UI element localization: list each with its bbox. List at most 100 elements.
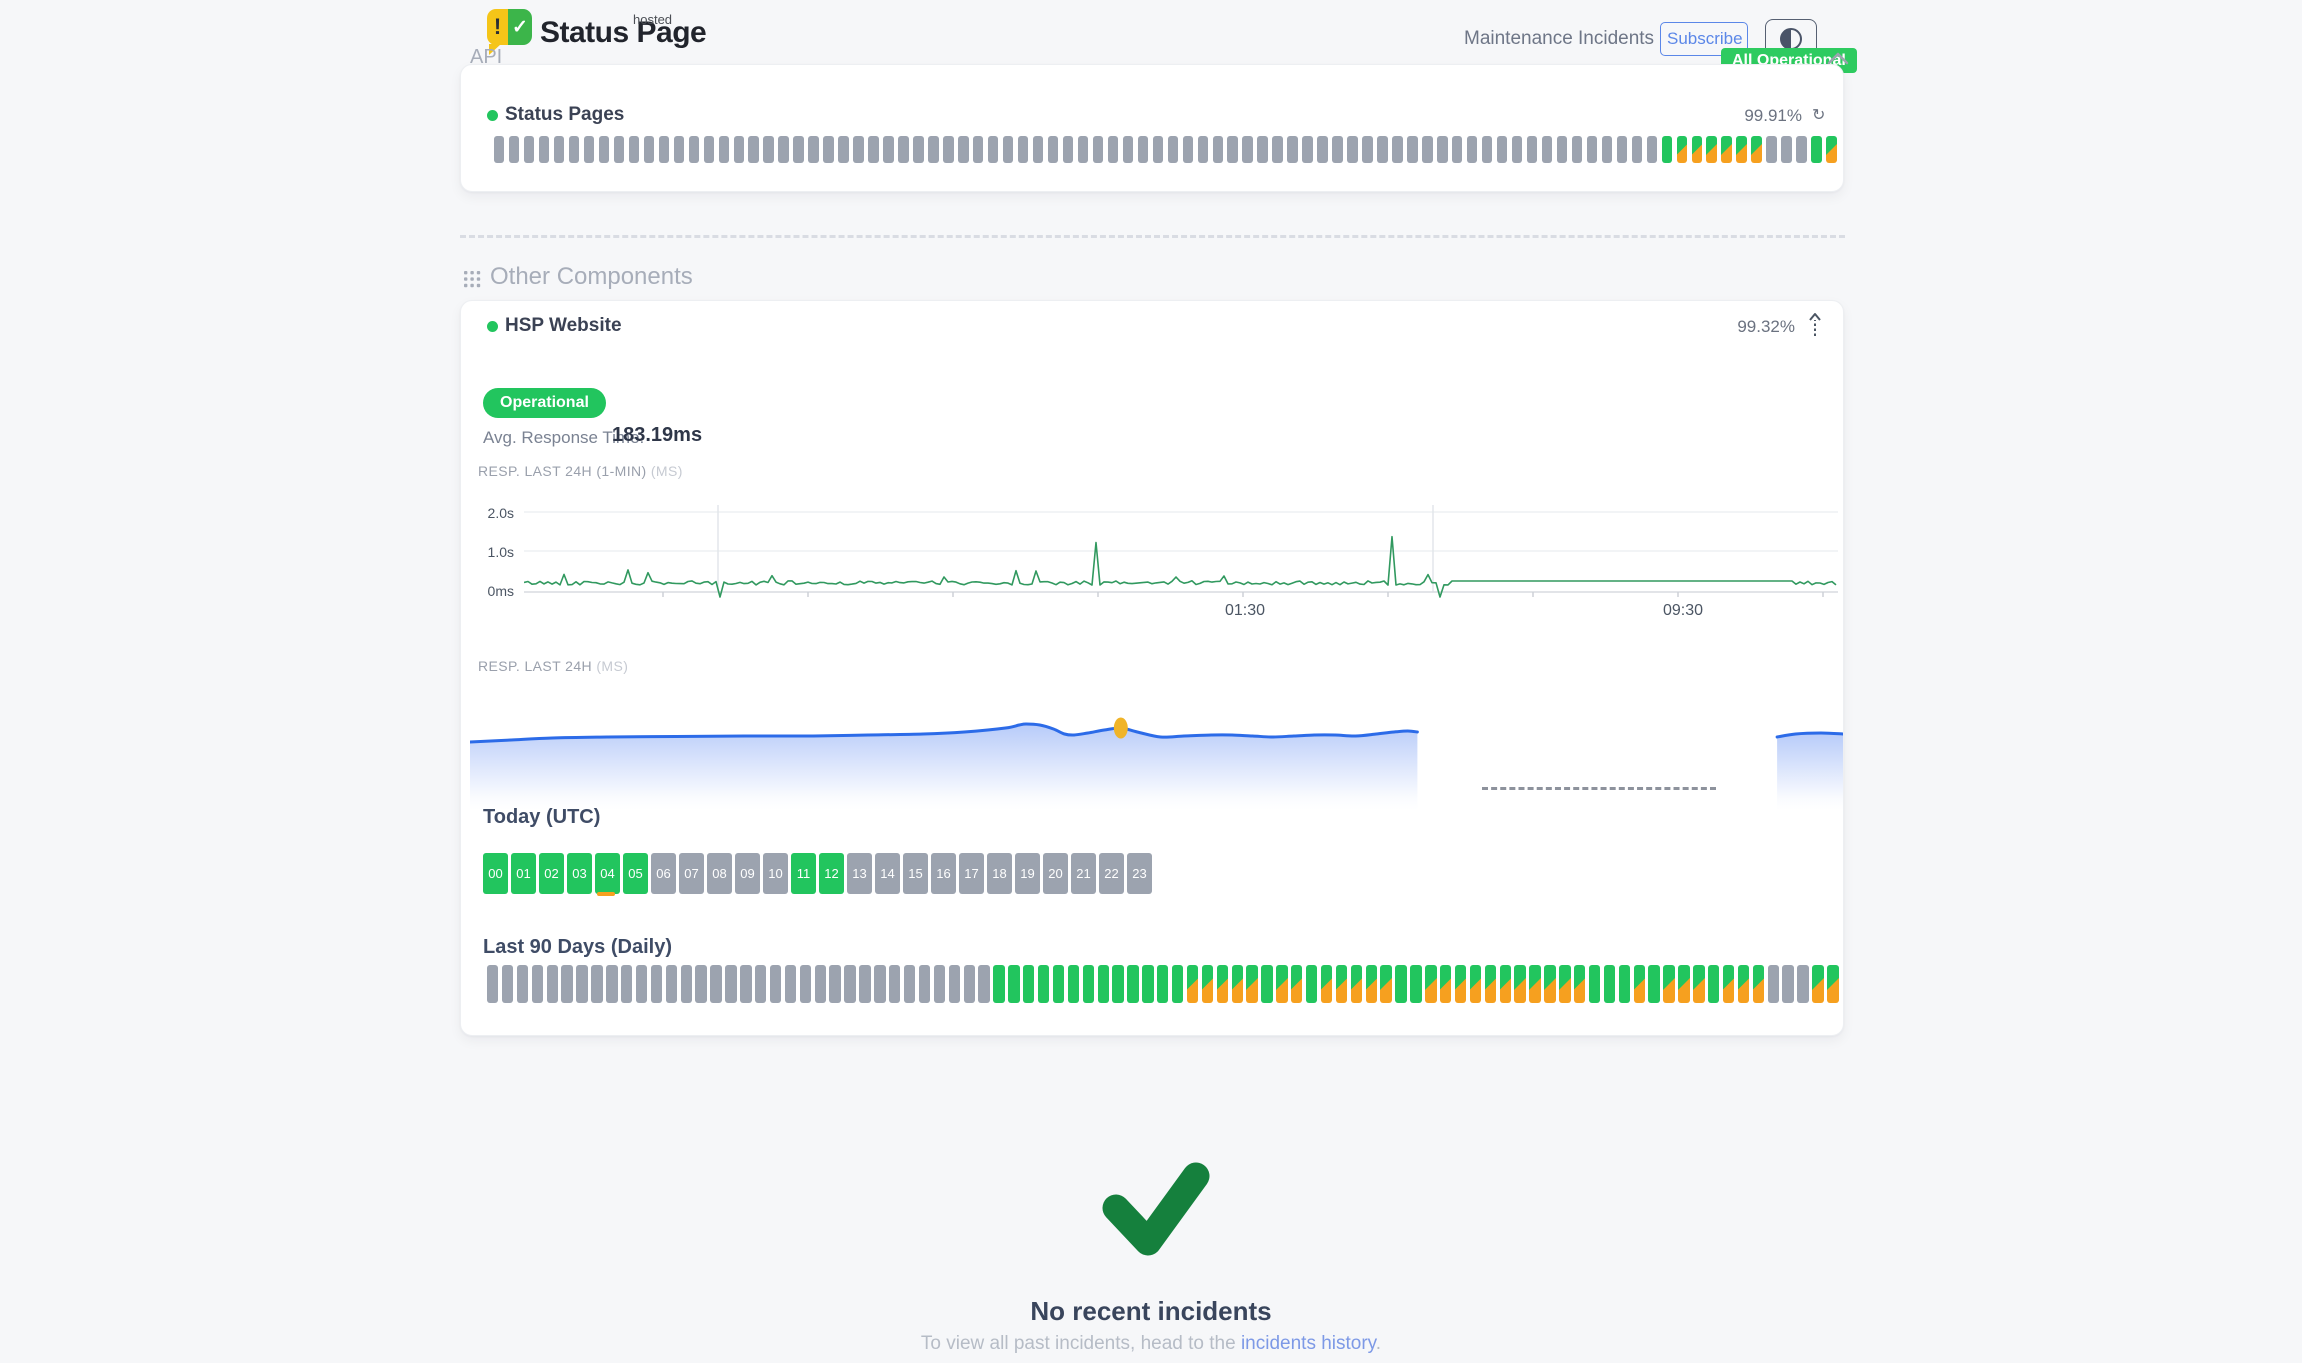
uptime-bar-up[interactable] <box>1068 965 1079 1003</box>
uptime-bar-empty[interactable] <box>1377 136 1387 163</box>
uptime-bar-empty[interactable] <box>1227 136 1237 163</box>
uptime-bar-empty[interactable] <box>973 136 983 163</box>
uptime-bar-empty[interactable] <box>859 965 870 1003</box>
uptime-bar-empty[interactable] <box>815 965 826 1003</box>
uptime-bar-up[interactable] <box>1604 965 1615 1003</box>
uptime-bar-degraded[interactable] <box>1677 136 1687 163</box>
uptime-bar-empty[interactable] <box>576 965 587 1003</box>
hour-block-09[interactable]: 09 <box>735 853 760 894</box>
uptime-bar-up[interactable] <box>1306 965 1317 1003</box>
uptime-bar-empty[interactable] <box>1138 136 1148 163</box>
uptime-bar-up[interactable] <box>1127 965 1138 1003</box>
uptime-bar-empty[interactable] <box>734 136 744 163</box>
uptime-bar-up[interactable] <box>1619 965 1630 1003</box>
uptime-bar-empty[interactable] <box>606 965 617 1003</box>
uptime-bar-empty[interactable] <box>913 136 923 163</box>
uptime-bar-degraded[interactable] <box>1738 965 1749 1003</box>
uptime-bar-empty[interactable] <box>943 136 953 163</box>
uptime-bar-empty[interactable] <box>1287 136 1297 163</box>
uptime-bar-empty[interactable] <box>1557 136 1567 163</box>
uptime-bar-empty[interactable] <box>1782 965 1793 1003</box>
uptime-bar-empty[interactable] <box>904 965 915 1003</box>
uptime-bar-up[interactable] <box>1083 965 1094 1003</box>
uptime-bar-degraded[interactable] <box>1232 965 1243 1003</box>
uptime-bar-degraded[interactable] <box>1827 965 1838 1003</box>
uptime-bar-empty[interactable] <box>1781 136 1791 163</box>
uptime-bar-up[interactable] <box>1589 965 1600 1003</box>
uptime-bar-empty[interactable] <box>853 136 863 163</box>
uptime-bar-empty[interactable] <box>591 965 602 1003</box>
uptime-bar-empty[interactable] <box>695 965 706 1003</box>
uptime-bar-empty[interactable] <box>644 136 654 163</box>
uptime-bar-empty[interactable] <box>763 136 773 163</box>
uptime-bar-empty[interactable] <box>561 965 572 1003</box>
uptime-bar-empty[interactable] <box>524 136 534 163</box>
uptime-bar-degraded[interactable] <box>1574 965 1585 1003</box>
uptime-bar-empty[interactable] <box>636 965 647 1003</box>
uptime-bar-empty[interactable] <box>1512 136 1522 163</box>
uptime-bar-empty[interactable] <box>1168 136 1178 163</box>
uptime-bar-empty[interactable] <box>755 965 766 1003</box>
uptime-bar-empty[interactable] <box>1257 136 1267 163</box>
uptime-bar-empty[interactable] <box>554 136 564 163</box>
uptime-bar-empty[interactable] <box>569 136 579 163</box>
uptime-bar-empty[interactable] <box>719 136 729 163</box>
uptime-bar-empty[interactable] <box>988 136 998 163</box>
uptime-bar-degraded[interactable] <box>1351 965 1362 1003</box>
incidents-history-link[interactable]: incidents history <box>1241 1333 1376 1354</box>
uptime-bar-degraded[interactable] <box>1692 136 1702 163</box>
hour-block-22[interactable]: 22 <box>1099 853 1124 894</box>
hour-block-23[interactable]: 23 <box>1127 853 1152 894</box>
uptime-bar-up[interactable] <box>1648 965 1659 1003</box>
uptime-bar-empty[interactable] <box>1003 136 1013 163</box>
hour-block-12[interactable]: 12 <box>819 853 844 894</box>
uptime-bar-empty[interactable] <box>704 136 714 163</box>
uptime-bar-empty[interactable] <box>651 965 662 1003</box>
uptime-bar-empty[interactable] <box>1153 136 1163 163</box>
uptime-bar-degraded[interactable] <box>1217 965 1228 1003</box>
uptime-bar-empty[interactable] <box>964 965 975 1003</box>
uptime-bar-up[interactable] <box>1053 965 1064 1003</box>
uptime-bar-empty[interactable] <box>978 965 989 1003</box>
hour-block-19[interactable]: 19 <box>1015 853 1040 894</box>
uptime-bar-empty[interactable] <box>710 965 721 1003</box>
uptime-bar-degraded[interactable] <box>1291 965 1302 1003</box>
uptime-bar-empty[interactable] <box>674 136 684 163</box>
uptime-bar-degraded[interactable] <box>1529 965 1540 1003</box>
uptime-bar-empty[interactable] <box>1018 136 1028 163</box>
uptime-bar-degraded[interactable] <box>1721 136 1731 163</box>
hour-block-10[interactable]: 10 <box>763 853 788 894</box>
hour-block-05[interactable]: 05 <box>623 853 648 894</box>
uptime-bar-degraded[interactable] <box>1321 965 1332 1003</box>
uptime-bar-empty[interactable] <box>874 965 885 1003</box>
uptime-bar-up[interactable] <box>1172 965 1183 1003</box>
uptime-bar-up[interactable] <box>1142 965 1153 1003</box>
uptime-bar-empty[interactable] <box>1183 136 1193 163</box>
collapse-arrow-icon[interactable] <box>1808 312 1822 338</box>
hour-block-03[interactable]: 03 <box>567 853 592 894</box>
uptime-bar-degraded[interactable] <box>1187 965 1198 1003</box>
uptime-bar-empty[interactable] <box>1123 136 1133 163</box>
uptime-bar-up[interactable] <box>1038 965 1049 1003</box>
uptime-bar-empty[interactable] <box>1527 136 1537 163</box>
uptime-bar-empty[interactable] <box>539 136 549 163</box>
uptime-bar-empty[interactable] <box>502 965 513 1003</box>
uptime-bar-empty[interactable] <box>689 136 699 163</box>
hour-block-01[interactable]: 01 <box>511 853 536 894</box>
uptime-bar-empty[interactable] <box>1422 136 1432 163</box>
uptime-bar-empty[interactable] <box>808 136 818 163</box>
hour-block-00[interactable]: 00 <box>483 853 508 894</box>
hour-block-04[interactable]: 04 <box>595 853 620 894</box>
uptime-bar-empty[interactable] <box>883 136 893 163</box>
uptime-bar-empty[interactable] <box>868 136 878 163</box>
hour-block-06[interactable]: 06 <box>651 853 676 894</box>
uptime-bar-empty[interactable] <box>1632 136 1642 163</box>
uptime-bar-empty[interactable] <box>1407 136 1417 163</box>
uptime-bar-empty[interactable] <box>1617 136 1627 163</box>
hour-block-02[interactable]: 02 <box>539 853 564 894</box>
uptime-bar-empty[interactable] <box>1542 136 1552 163</box>
uptime-bar-degraded[interactable] <box>1706 136 1716 163</box>
uptime-bar-empty[interactable] <box>1437 136 1447 163</box>
uptime-bar-up[interactable] <box>1662 136 1672 163</box>
uptime-bar-empty[interactable] <box>823 136 833 163</box>
